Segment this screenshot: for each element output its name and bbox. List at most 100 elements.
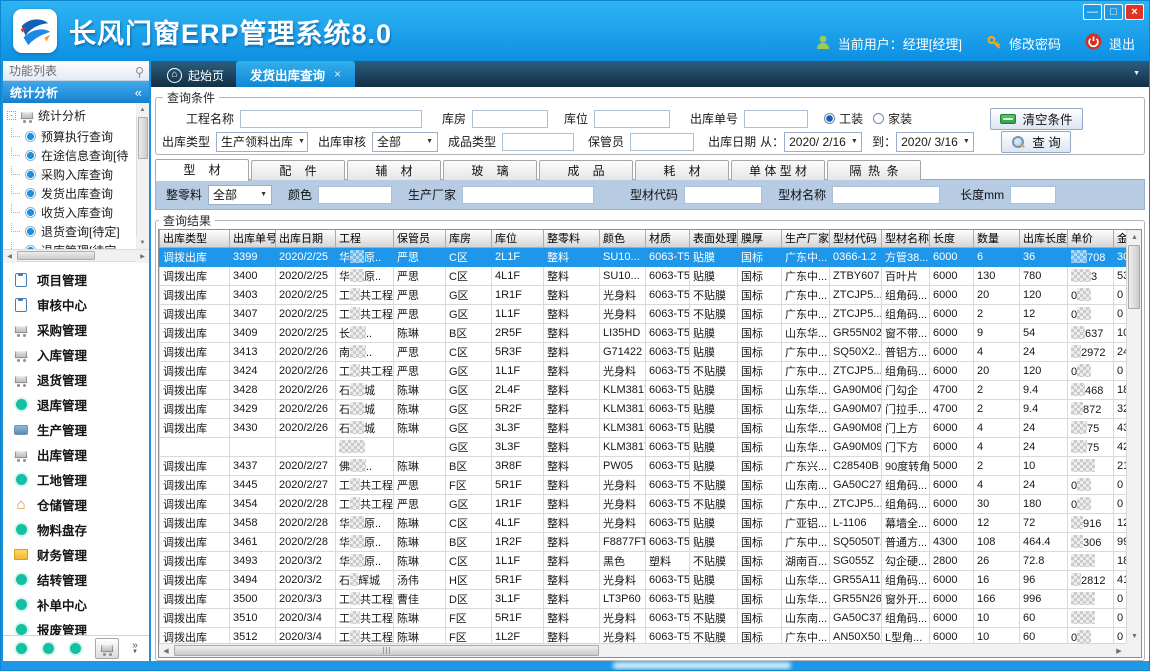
column-header[interactable]: 材质 xyxy=(646,230,690,247)
tree-hscroll-thumb[interactable] xyxy=(17,251,95,260)
sidebar-menu-item[interactable]: 入库管理 xyxy=(3,342,149,367)
cart-module-button[interactable] xyxy=(95,638,119,659)
project-name-input[interactable] xyxy=(240,110,422,128)
scroll-right-icon[interactable]: ▶ xyxy=(136,250,149,263)
column-header[interactable]: 出库类型 xyxy=(160,230,230,247)
table-row[interactable]: 调拨出库34292020/2/26石城陈琳G区5R2F整料KLM38176063… xyxy=(160,399,1127,418)
sidebar-menu-item[interactable]: ⌂仓储管理 xyxy=(3,492,149,517)
profile-code-input[interactable] xyxy=(684,186,762,204)
table-row[interactable]: 调拨出库35102020/3/4工共工程陈琳F区5R1F整料光身料6063-T5… xyxy=(160,608,1127,627)
table-row[interactable]: 调拨出库34942020/3/2石辉城汤伟H区5R1F整料光身料6063-T5贴… xyxy=(160,570,1127,589)
table-row[interactable]: 调拨出库34132020/2/26南..严思C区5R3F整料G714226063… xyxy=(160,342,1127,361)
table-row[interactable]: 调拨出库35122020/3/4工共工程陈琳F区1L2F整料光身料6063-T5… xyxy=(160,627,1127,643)
column-header[interactable]: 库位 xyxy=(492,230,544,247)
profile-name-input[interactable] xyxy=(832,186,940,204)
table-row[interactable]: 调拨出库34932020/3/2华原..陈琳C区1L1F整料黑色塑料不贴膜国标湖… xyxy=(160,551,1127,570)
material-tab[interactable]: 玻 璃 xyxy=(443,160,537,180)
table-row[interactable]: 调拨出库34242020/2/26工共工程严思G区1L1F整料光身料6063-T… xyxy=(160,361,1127,380)
tree-item[interactable]: 退货查询[待定] xyxy=(3,222,149,241)
sidebar-menu-item[interactable]: 补单中心 xyxy=(3,592,149,617)
circle-icon[interactable] xyxy=(68,642,82,656)
column-header[interactable]: 膜厚 xyxy=(738,230,782,247)
column-header[interactable]: 出库长度 xyxy=(1020,230,1068,247)
column-header[interactable]: 出库单号 xyxy=(230,230,276,247)
grid-vertical-scrollbar[interactable]: ▲ ▼ xyxy=(1126,230,1141,643)
sidebar-menu-item[interactable]: 结转管理 xyxy=(3,567,149,592)
tree-vscroll-thumb[interactable] xyxy=(138,117,148,159)
expander-icon[interactable]: - xyxy=(7,111,16,120)
color-input[interactable] xyxy=(318,186,392,204)
sidebar-menu-item[interactable]: 报废管理 xyxy=(3,617,149,635)
sidebar-menu-item[interactable]: 工地管理 xyxy=(3,467,149,492)
tab-home[interactable]: ⌂ 起始页 xyxy=(155,63,236,87)
length-input[interactable] xyxy=(1010,186,1056,204)
column-header[interactable]: 保管员 xyxy=(394,230,446,247)
outbound-audit-select[interactable]: 全部▼ xyxy=(372,132,438,152)
table-row[interactable]: G区3L3F整料KLM38176063-T5贴膜国标山东华...GA90M09.… xyxy=(160,437,1127,456)
circle-icon[interactable] xyxy=(14,642,28,656)
jiazhuang-radio[interactable] xyxy=(873,113,884,124)
table-row[interactable]: 调拨出库34372020/2/27佛..陈琳B区3R8F整料PW056063-T… xyxy=(160,456,1127,475)
table-row[interactable]: 调拨出库34002020/2/25华原..严思C区4L1F整料SU10...60… xyxy=(160,266,1127,285)
collapse-icon[interactable]: « xyxy=(135,85,142,100)
sidebar-menu-item[interactable]: 审核中心 xyxy=(3,292,149,317)
scroll-down-icon[interactable]: ▼ xyxy=(136,236,149,249)
material-tab[interactable]: 辅 材 xyxy=(347,160,441,180)
tree-root-node[interactable]: - 统计分析 xyxy=(3,105,149,127)
product-type-input[interactable] xyxy=(502,133,574,151)
clear-conditions-button[interactable]: 清空条件 xyxy=(990,108,1083,130)
sidebar-menu-item[interactable]: 出库管理 xyxy=(3,442,149,467)
table-row[interactable]: 调拨出库34582020/2/28华原..陈琳C区4L1F整料光身料6063-T… xyxy=(160,513,1127,532)
tree-item[interactable]: 收货入库查询 xyxy=(3,203,149,222)
scroll-left-icon[interactable]: ◀ xyxy=(3,250,16,263)
scroll-down-icon[interactable]: ▼ xyxy=(1127,629,1142,643)
tab-close-icon[interactable]: × xyxy=(334,67,341,81)
scroll-left-icon[interactable]: ◀ xyxy=(159,644,173,657)
order-no-input[interactable] xyxy=(744,110,808,128)
sidebar-menu-item[interactable]: 退库管理 xyxy=(3,392,149,417)
sidebar-menu-item[interactable]: 物料盘存 xyxy=(3,517,149,542)
material-tab[interactable]: 隔 热 条 xyxy=(827,160,921,180)
tree-item[interactable]: 在途信息查询[待 xyxy=(3,146,149,165)
tree-item[interactable]: 发货出库查询 xyxy=(3,184,149,203)
column-header[interactable]: 金 xyxy=(1114,230,1127,247)
column-header[interactable]: 型材名称 xyxy=(882,230,930,247)
date-to-picker[interactable]: 2020/ 3/16▼ xyxy=(896,132,974,152)
column-header[interactable]: 颜色 xyxy=(600,230,646,247)
table-row[interactable]: 调拨出库34092020/2/25长..陈琳B区2R5F整料LI35HD6063… xyxy=(160,323,1127,342)
tree-item[interactable]: 退库管理[待定 xyxy=(3,241,149,249)
gongzhuang-radio[interactable] xyxy=(824,113,835,124)
material-tab[interactable]: 配 件 xyxy=(251,160,345,180)
column-header[interactable]: 单价 xyxy=(1068,230,1114,247)
column-header[interactable]: 整零料 xyxy=(544,230,600,247)
column-header[interactable]: 工程 xyxy=(336,230,394,247)
table-row[interactable]: 调拨出库34452020/2/27工共工程严思F区5R1F整料光身料6063-T… xyxy=(160,475,1127,494)
material-tab[interactable]: 成 品 xyxy=(539,160,633,180)
tab-shipment-query[interactable]: 发货出库查询 × xyxy=(236,61,355,87)
grid-vscroll-thumb[interactable] xyxy=(1128,245,1140,309)
tree-vertical-scrollbar[interactable]: ▲ ▼ xyxy=(136,103,149,249)
column-header[interactable]: 库房 xyxy=(446,230,492,247)
keeper-input[interactable] xyxy=(630,133,694,151)
table-row[interactable]: 调拨出库34072020/2/25工共工程严思G区1L1F整料光身料6063-T… xyxy=(160,304,1127,323)
section-header[interactable]: 统计分析 « xyxy=(3,81,149,103)
tree-item[interactable]: 预算执行查询 xyxy=(3,127,149,146)
sidebar-menu-item[interactable]: 采购管理 xyxy=(3,317,149,342)
table-row[interactable]: 调拨出库34302020/2/26石城陈琳G区3L3F整料KLM38176063… xyxy=(160,418,1127,437)
table-row[interactable]: 调拨出库34542020/2/28工共工程严思G区1R1F整料光身料6063-T… xyxy=(160,494,1127,513)
table-row[interactable]: 调拨出库34282020/2/26石城陈琳G区2L4F整料KLM38176063… xyxy=(160,380,1127,399)
column-header[interactable]: 型材代码 xyxy=(830,230,882,247)
location-input[interactable] xyxy=(594,110,670,128)
tree-item[interactable]: 采购入库查询 xyxy=(3,165,149,184)
minimize-button[interactable]: — xyxy=(1083,4,1102,20)
table-row[interactable]: 调拨出库34612020/2/28华原..陈琳B区1R2F整料F8877FT60… xyxy=(160,532,1127,551)
close-button[interactable]: × xyxy=(1125,4,1144,20)
table-row[interactable]: 调拨出库34032020/2/25工共工程严思G区1R1F整料光身料6063-T… xyxy=(160,285,1127,304)
sidebar-menu-item[interactable]: 财务管理 xyxy=(3,542,149,567)
table-row[interactable]: 调拨出库35002020/3/3工共工程曹佳D区3L1F整料LT3P606063… xyxy=(160,589,1127,608)
warehouse-input[interactable] xyxy=(472,110,548,128)
scroll-up-icon[interactable]: ▲ xyxy=(136,103,149,116)
search-button[interactable]: 查 询 xyxy=(1001,131,1070,153)
maker-input[interactable] xyxy=(462,186,594,204)
column-header[interactable]: 长度 xyxy=(930,230,974,247)
